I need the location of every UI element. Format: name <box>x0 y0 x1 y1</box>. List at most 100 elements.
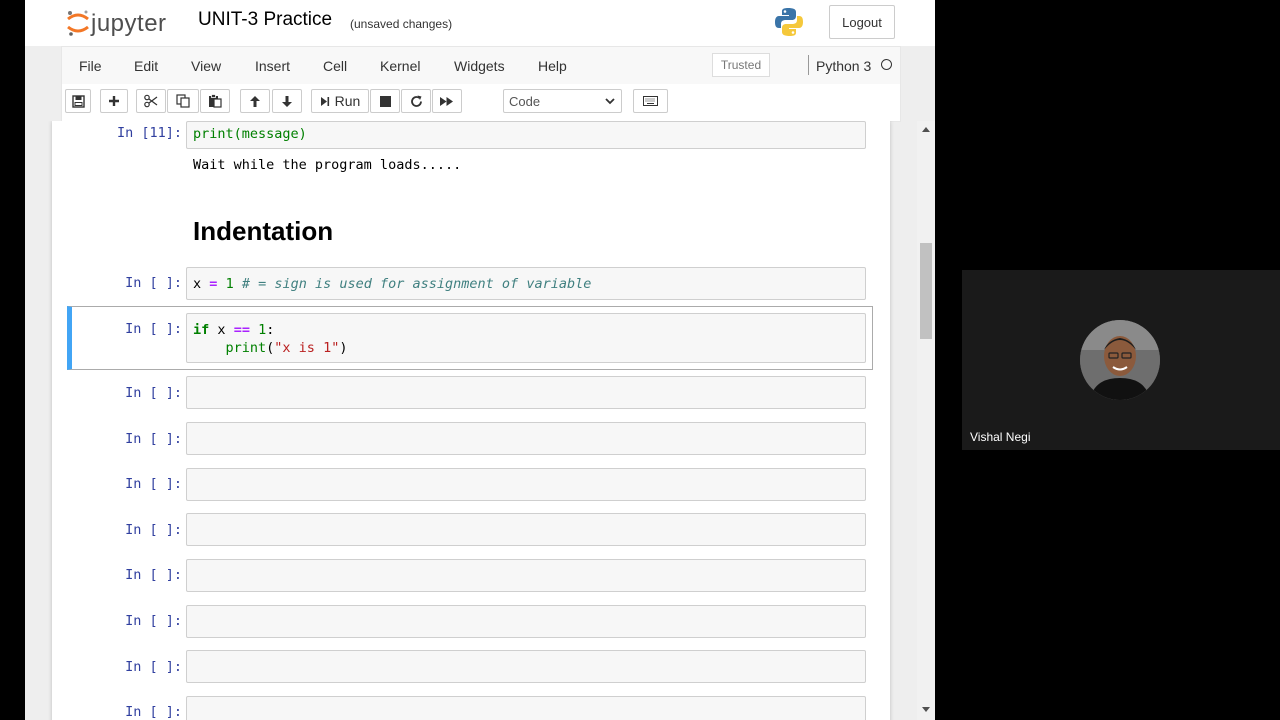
person-photo-icon <box>1080 320 1160 400</box>
participant-video-tile[interactable]: Vishal Negi <box>962 270 1280 450</box>
notebook-container: In [11]: print(message) Wait while the p… <box>52 121 890 720</box>
code-var: x <box>193 276 202 292</box>
code-cell-input[interactable]: if x == 1: print("x is 1") <box>186 313 866 363</box>
code-cell-input[interactable] <box>186 468 866 501</box>
code-op: = <box>209 276 218 292</box>
header: jupyter UNIT-3 Practice (unsaved changes… <box>25 0 935 46</box>
code-comment: # = sign is used for assignment of varia… <box>241 276 592 292</box>
move-up-button[interactable] <box>240 89 270 113</box>
cell-prompt: In [ ]: <box>125 431 182 447</box>
code-block: if x == 1: print("x is 1") <box>193 322 348 356</box>
code-cell-input[interactable]: x = 1 # = sign is used for assignment of… <box>186 267 866 300</box>
stop-icon <box>379 95 391 107</box>
copy-button[interactable] <box>167 89 199 113</box>
save-status: (unsaved changes) <box>350 17 453 31</box>
save-button[interactable] <box>65 89 91 113</box>
menu-help[interactable]: Help <box>538 58 567 74</box>
cell-prompt: In [ ]: <box>125 613 182 629</box>
code-line: print(message) <box>193 126 307 142</box>
menu-widgets[interactable]: Widgets <box>454 58 505 74</box>
menu-insert[interactable]: Insert <box>255 58 290 74</box>
code-cell-input[interactable] <box>186 422 866 455</box>
run-button[interactable]: Run <box>311 89 369 113</box>
cell-prompt: In [ ]: <box>125 321 182 337</box>
code-cell-input[interactable] <box>186 513 866 546</box>
menu-file[interactable]: File <box>79 58 102 74</box>
cut-button[interactable] <box>136 89 166 113</box>
participant-avatar <box>1080 320 1160 400</box>
kernel-name: Python 3 <box>816 58 872 74</box>
participant-name: Vishal Negi <box>970 430 1031 444</box>
code-num: 1 <box>258 322 267 338</box>
run-label: Run <box>334 93 361 109</box>
menu-edit[interactable]: Edit <box>134 58 158 74</box>
cell-type-select[interactable]: Code <box>503 89 622 113</box>
save-icon <box>71 94 85 108</box>
insert-cell-button[interactable] <box>100 89 128 113</box>
arrow-down-icon <box>282 95 292 107</box>
code-fn: print <box>225 340 267 356</box>
kernel-separator <box>808 55 809 75</box>
cell-prompt: In [ ]: <box>125 659 182 675</box>
trusted-indicator[interactable]: Trusted <box>712 53 770 77</box>
python-logo-icon <box>775 8 803 36</box>
interrupt-button[interactable] <box>370 89 400 113</box>
jupyter-ring-icon <box>67 10 89 36</box>
clipboard-icon <box>209 94 222 108</box>
menubar: File Edit View Insert Cell Kernel Widget… <box>61 46 901 85</box>
kernel-idle-icon <box>881 59 892 70</box>
scissors-icon <box>144 94 158 108</box>
code-cell-input[interactable] <box>186 376 866 409</box>
code-cell-input[interactable] <box>186 696 866 720</box>
step-forward-icon <box>320 96 329 106</box>
notebook-name[interactable]: UNIT-3 Practice <box>198 9 332 31</box>
code-num: 1 <box>225 276 234 292</box>
scroll-down-arrow-icon[interactable] <box>922 707 930 712</box>
fast-forward-icon <box>440 96 453 106</box>
cell-prompt: In [ ]: <box>125 704 182 720</box>
jupyter-logo[interactable]: jupyter <box>65 7 181 39</box>
vertical-scrollbar[interactable] <box>917 121 935 720</box>
cell-prompt: In [ ]: <box>125 522 182 538</box>
command-palette-button[interactable] <box>633 89 668 113</box>
code-var: x <box>217 322 226 338</box>
refresh-icon <box>410 95 422 107</box>
toolbar: Run Code <box>61 84 901 122</box>
menu-cell[interactable]: Cell <box>323 58 347 74</box>
plus-icon <box>109 96 119 106</box>
code-cell-input[interactable] <box>186 650 866 683</box>
paste-button[interactable] <box>200 89 230 113</box>
menu-view[interactable]: View <box>191 58 221 74</box>
copy-icon <box>176 94 190 108</box>
move-down-button[interactable] <box>272 89 302 113</box>
cell-prompt: In [11]: <box>116 125 182 141</box>
restart-run-all-button[interactable] <box>432 89 462 113</box>
scrollbar-thumb[interactable] <box>920 243 932 339</box>
logo-text: jupyter <box>91 10 167 37</box>
notebook-scroll-area[interactable]: In [11]: print(message) Wait while the p… <box>25 121 935 720</box>
chevron-down-icon <box>605 98 615 105</box>
code-fn: print(message) <box>193 126 307 142</box>
code-colon: : <box>266 322 275 338</box>
code-op: == <box>233 322 250 338</box>
arrow-up-icon <box>250 95 260 107</box>
menu-kernel[interactable]: Kernel <box>380 58 420 74</box>
markdown-heading[interactable]: Indentation <box>193 216 333 247</box>
jupyter-window: jupyter UNIT-3 Practice (unsaved changes… <box>25 0 935 720</box>
cell-prompt: In [ ]: <box>125 567 182 583</box>
scroll-up-arrow-icon[interactable] <box>922 127 930 132</box>
code-cell-input[interactable]: print(message) <box>186 121 866 149</box>
cell-output: Wait while the program loads..... <box>193 157 462 173</box>
code-cell-input[interactable] <box>186 605 866 638</box>
code-cell-input[interactable] <box>186 559 866 592</box>
code-keyword: if <box>193 322 210 338</box>
code-line: x = 1 # = sign is used for assignment of… <box>193 276 591 292</box>
code-string: "x is 1" <box>274 340 340 356</box>
keyboard-icon <box>643 96 658 106</box>
cell-prompt: In [ ]: <box>125 476 182 492</box>
logout-button[interactable]: Logout <box>829 5 895 39</box>
cell-prompt: In [ ]: <box>125 385 182 401</box>
restart-button[interactable] <box>401 89 431 113</box>
cell-type-value: Code <box>509 94 541 109</box>
